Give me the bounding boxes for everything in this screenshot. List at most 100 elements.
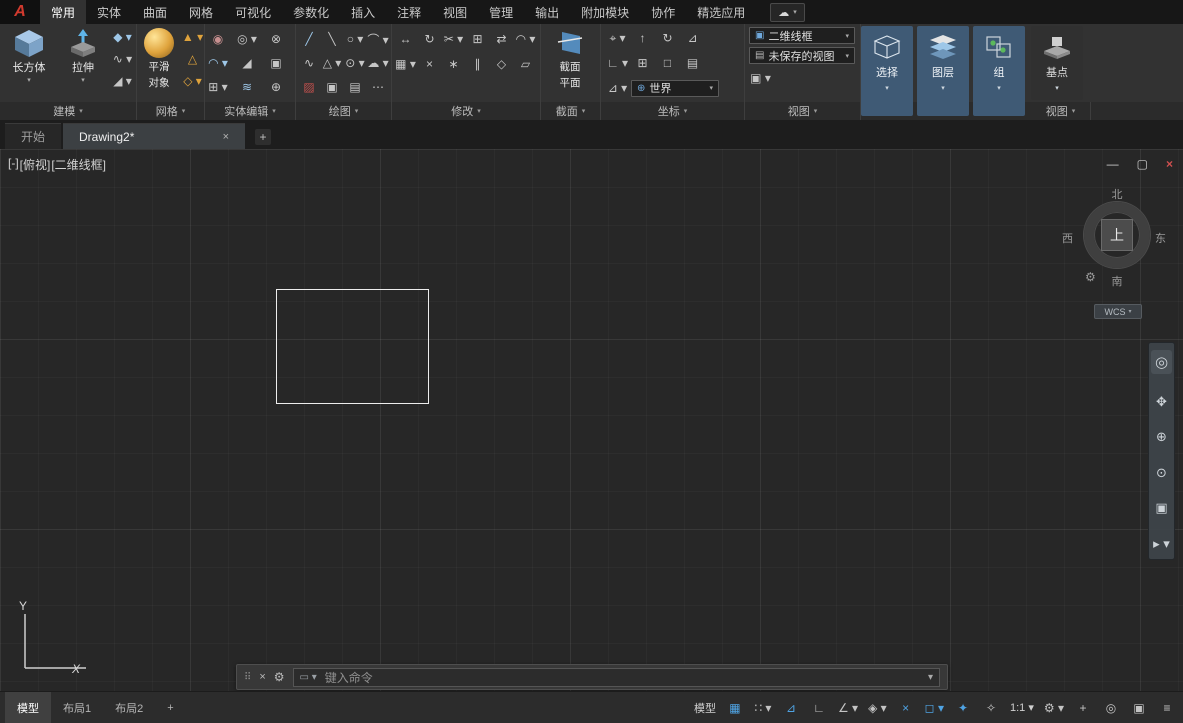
panel-label-modify[interactable]: 修改	[392, 102, 541, 120]
ucs-z-axis-icon[interactable]: ⊞	[631, 52, 654, 74]
sweep-icon[interactable]: ∿ ▾	[111, 48, 134, 70]
spline-icon[interactable]: ∿	[298, 52, 321, 74]
fillet-icon[interactable]: ◠ ▾	[514, 28, 537, 50]
line-icon[interactable]: ╲	[321, 28, 344, 50]
drawn-rectangle[interactable]	[276, 289, 429, 404]
ellipse-icon[interactable]: ⊙ ▾	[344, 52, 367, 74]
menu-tab-insert[interactable]: 插入	[340, 0, 386, 24]
new-layout-button[interactable]: +	[155, 692, 185, 723]
layout-tab-model[interactable]: 模型	[5, 692, 51, 723]
crease-icon[interactable]: ◇ ▾	[181, 70, 204, 92]
menu-tab-home[interactable]: 常用	[40, 0, 86, 24]
grid-display-icon[interactable]: ▦	[723, 697, 747, 719]
dynamic-input-icon[interactable]: ⊿	[779, 697, 803, 719]
smooth-object-button[interactable]: 平滑 对象	[138, 25, 180, 101]
osnap-icon[interactable]: ◻ ▾	[922, 697, 947, 719]
autoscale-icon[interactable]: ✧	[979, 697, 1003, 719]
menu-tab-output[interactable]: 输出	[524, 0, 570, 24]
rotate-icon[interactable]: ↻	[418, 28, 441, 50]
showmotion-icon[interactable]: ▣	[1155, 500, 1167, 516]
menu-tab-collaborate[interactable]: 协作	[640, 0, 686, 24]
circle-icon[interactable]: ○ ▾	[344, 28, 367, 50]
scale-icon[interactable]: ◇	[490, 53, 513, 75]
isodraft-icon[interactable]: ◈ ▾	[865, 697, 890, 719]
ucs-named-icon[interactable]: ▤	[681, 52, 704, 74]
menu-tab-addins[interactable]: 附加模块	[570, 0, 640, 24]
interfere-icon[interactable]: ⊕	[265, 76, 288, 98]
loft-icon[interactable]: ◢ ▾	[111, 70, 134, 92]
tessellate-icon[interactable]: ▲ ▾	[181, 26, 204, 48]
viewcube-settings-icon[interactable]: ⚙	[1085, 270, 1096, 284]
explode-icon[interactable]: ∗	[442, 53, 465, 75]
visual-style-dropdown[interactable]: ▣ 二维线框	[749, 27, 855, 44]
slice-icon[interactable]: ⊞ ▾	[207, 76, 230, 98]
snap-mode-icon[interactable]: ∷ ▾	[751, 697, 775, 719]
panel-label-section[interactable]: 截面	[541, 102, 601, 120]
cloud-connect-button[interactable]: ☁ ▾	[770, 3, 805, 22]
orbit-icon[interactable]: ⊙	[1156, 465, 1167, 481]
panel-label-modeling[interactable]: 建模	[0, 102, 137, 120]
menu-tab-solid[interactable]: 实体	[86, 0, 132, 24]
erase-icon[interactable]: ×	[418, 53, 441, 75]
app-logo-icon[interactable]: A	[0, 0, 40, 24]
arc-icon[interactable]: ⌒ ▾	[367, 28, 390, 50]
refine-mesh-icon[interactable]: △	[181, 48, 204, 70]
command-prompt-icon[interactable]: ▭ ▾	[300, 672, 317, 683]
ucs-face-icon[interactable]: ⊿	[681, 27, 704, 49]
ucs-show-icon[interactable]: ⊿ ▾	[606, 77, 629, 99]
groups-panel-button[interactable]: 组	[973, 26, 1025, 116]
base-point-button[interactable]: 基点	[1031, 26, 1083, 100]
ucs-view-icon[interactable]: □	[656, 52, 679, 74]
panel-label-coordinates[interactable]: 坐标	[601, 102, 745, 120]
polygon-icon[interactable]: △ ▾	[321, 52, 344, 74]
clean-screen-icon[interactable]: ▣	[1127, 697, 1151, 719]
revision-cloud-icon[interactable]: ☁ ▾	[367, 52, 390, 74]
restore-icon[interactable]: ▢	[1137, 157, 1148, 171]
menu-tab-annotate[interactable]: 注释	[386, 0, 432, 24]
drawing-area[interactable]: [-] [俯视] [二维线框] — ▢ × 北 西 东 南 上 ⚙ WCS ◎✥…	[0, 149, 1183, 691]
annotation-visibility-icon[interactable]: ✦	[951, 697, 975, 719]
offset-icon[interactable]: ∥	[466, 53, 489, 75]
revolve-icon[interactable]: ◆ ▾	[111, 26, 134, 48]
wcs-dropdown[interactable]: WCS	[1094, 304, 1142, 319]
viewcube-north[interactable]: 北	[1084, 186, 1150, 202]
panel-label-view-right[interactable]: 视图	[1031, 102, 1091, 120]
viewcube-east[interactable]: 东	[1155, 230, 1166, 246]
menu-tab-view[interactable]: 视图	[432, 0, 478, 24]
menu-tab-featured-apps[interactable]: 精选应用	[686, 0, 756, 24]
viewport-view-button[interactable]: [俯视]	[20, 156, 51, 173]
selection-panel-button[interactable]: 选择	[861, 26, 913, 116]
ortho-icon[interactable]: ∟	[807, 697, 831, 719]
hamburger-menu-icon[interactable]: ≡	[1155, 697, 1179, 719]
menu-tab-mesh[interactable]: 网格	[178, 0, 224, 24]
intersect-icon[interactable]: ⊗	[265, 28, 288, 50]
gradient-icon[interactable]: ▤	[344, 76, 367, 98]
minimize-icon[interactable]: —	[1107, 157, 1119, 171]
named-view-dropdown[interactable]: ▤ 未保存的视图	[749, 47, 855, 64]
thicken-icon[interactable]: ≋	[236, 76, 259, 98]
subtract-icon[interactable]: ◎ ▾	[236, 28, 259, 50]
stretch-icon[interactable]: ▱	[514, 53, 537, 75]
viewport-style-button[interactable]: [二维线框]	[51, 156, 106, 173]
taper-face-icon[interactable]: ◢	[236, 52, 259, 74]
file-tab-start[interactable]: 开始	[5, 123, 61, 149]
customize-wrench-icon[interactable]: ⚙	[274, 670, 285, 684]
array-icon[interactable]: ▦ ▾	[394, 53, 417, 75]
panel-label-view[interactable]: 视图	[745, 102, 861, 120]
ucs-world-icon[interactable]: ↑	[631, 27, 654, 49]
fillet-edge-icon[interactable]: ◠ ▾	[207, 52, 230, 74]
panel-label-solid-editing[interactable]: 实体编辑	[205, 102, 296, 120]
hatch-icon[interactable]: ▨	[298, 76, 321, 98]
layers-panel-button[interactable]: 图层	[917, 26, 969, 116]
viewport-config-icon[interactable]: ▣ ▾	[749, 67, 772, 89]
new-drawing-button[interactable]: +	[255, 129, 271, 145]
layout-tab-1[interactable]: 布局1	[51, 692, 103, 723]
annotation-scale-dropdown[interactable]: 1:1 ▾	[1007, 697, 1037, 719]
pan-icon[interactable]: ✥	[1156, 394, 1167, 410]
shell-icon[interactable]: ▣	[265, 52, 288, 74]
boundary-icon[interactable]: ▣	[321, 76, 344, 98]
viewcube-top-face[interactable]: 上	[1101, 219, 1133, 251]
panel-label-mesh[interactable]: 网格	[137, 102, 205, 120]
mirror-icon[interactable]: ⇄	[490, 28, 513, 50]
zoom-icon[interactable]: ⊕	[1156, 429, 1167, 445]
